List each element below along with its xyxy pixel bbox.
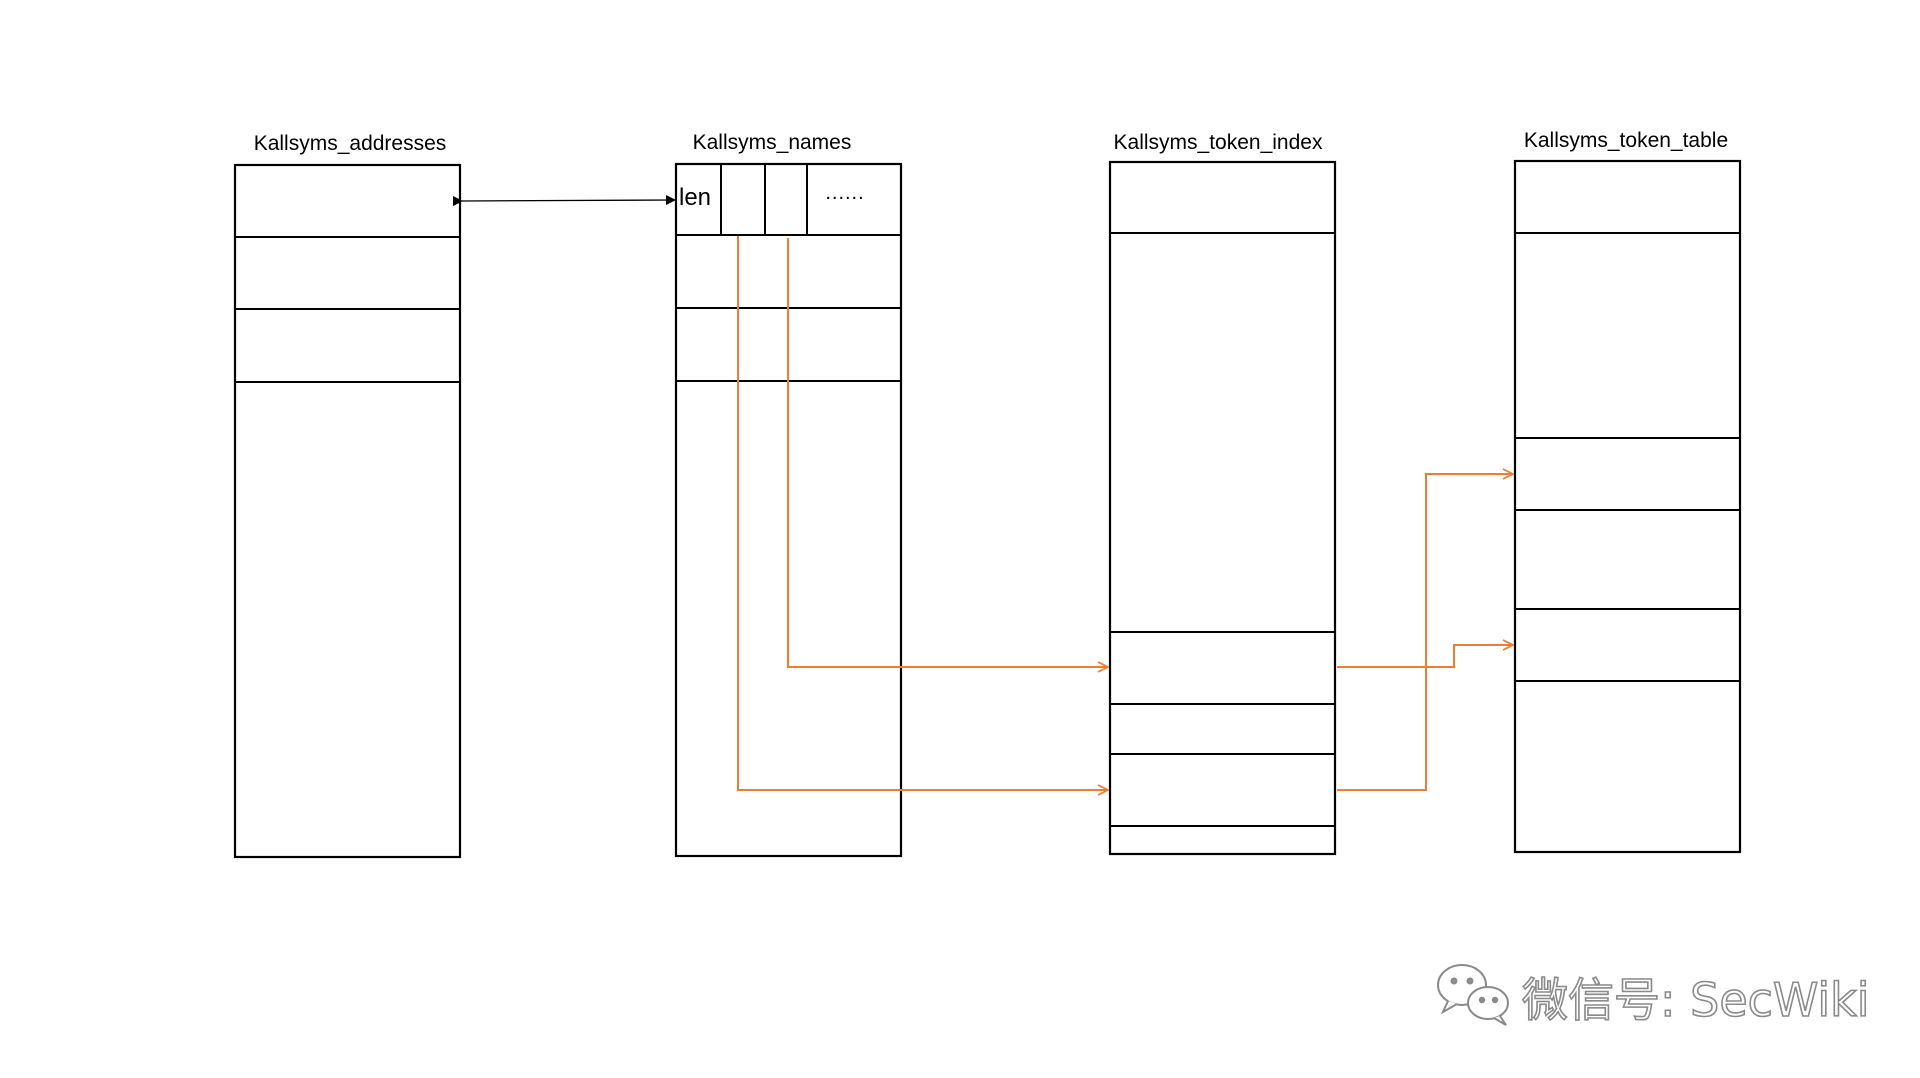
title-kallsyms-names: Kallsyms_names bbox=[693, 131, 852, 154]
names-len-label: len bbox=[679, 184, 711, 211]
column-kallsyms-addresses bbox=[233, 163, 462, 859]
token-index-to-token-table-arrow bbox=[1337, 474, 1513, 791]
names-ellipsis: ...... bbox=[825, 182, 864, 204]
address-name-link-arrow bbox=[452, 195, 676, 207]
watermark: 微信号: SecWiki bbox=[1437, 964, 1870, 1028]
column-kallsyms-token-table bbox=[1513, 159, 1742, 854]
title-kallsyms-addresses: Kallsyms_addresses bbox=[254, 132, 447, 155]
watermark-text: 微信号: SecWiki bbox=[1522, 973, 1870, 1027]
kallsyms-diagram: Kallsyms_addresses Kallsyms_names Kallsy… bbox=[233, 129, 1870, 1028]
column-kallsyms-token-index bbox=[1108, 160, 1337, 856]
title-kallsyms-token-table: Kallsyms_token_table bbox=[1524, 129, 1728, 152]
wechat-icon bbox=[1437, 964, 1509, 1026]
title-kallsyms-token-index: Kallsyms_token_index bbox=[1114, 131, 1323, 154]
